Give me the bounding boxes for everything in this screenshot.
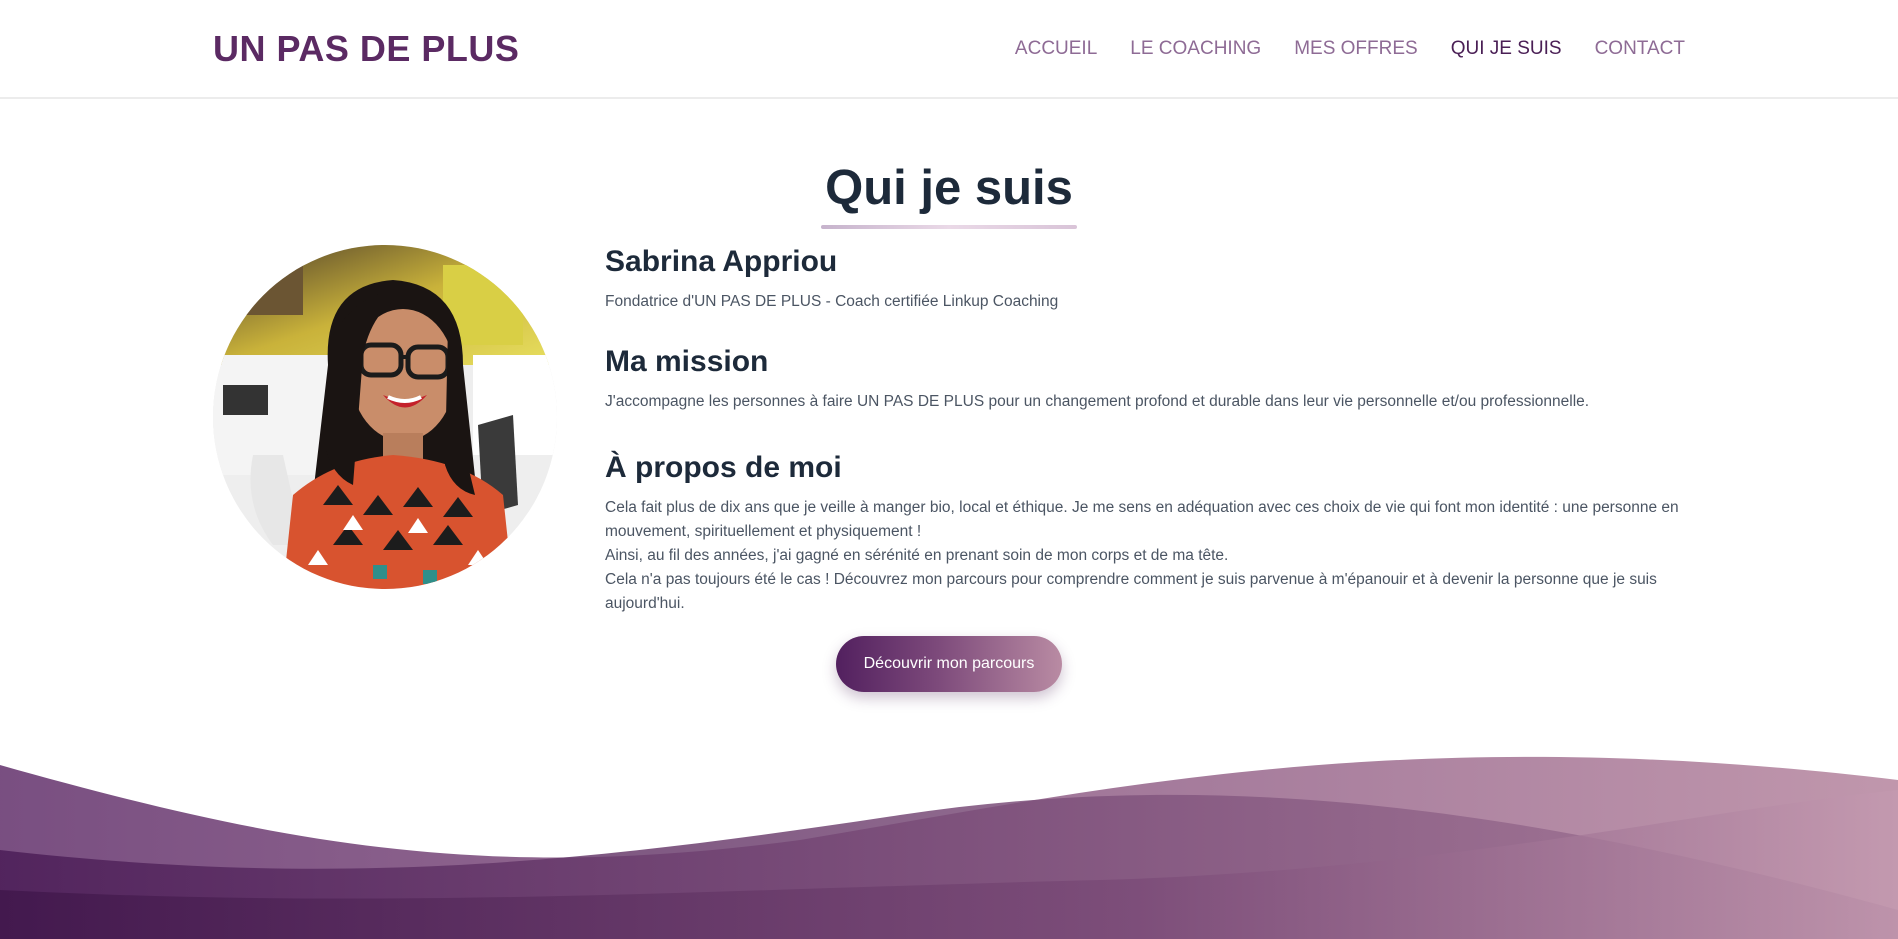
nav-item-accueil[interactable]: ACCUEIL <box>1015 38 1097 60</box>
profile-photo <box>213 245 557 589</box>
title-section: Qui je suis <box>0 160 1898 216</box>
discover-journey-button[interactable]: Découvrir mon parcours <box>836 636 1062 692</box>
nav-item-mes-offres[interactable]: MES OFFRES <box>1294 38 1418 60</box>
profile-name: Sabrina Appriou <box>605 245 838 278</box>
nav-item-le-coaching[interactable]: LE COACHING <box>1130 38 1261 60</box>
about-paragraph: Cela n'a pas toujours été le cas ! Décou… <box>605 571 1657 612</box>
profile-subtitle: Fondatrice d'UN PAS DE PLUS - Coach cert… <box>605 293 1059 310</box>
site-logo[interactable]: UN PAS DE PLUS <box>213 28 519 70</box>
mission-heading: Ma mission <box>605 345 769 378</box>
mission-text: J'accompagne les personnes à faire UN PA… <box>605 393 1590 410</box>
title-underline <box>821 225 1077 229</box>
main-nav: ACCUEIL LE COACHING MES OFFRES QUI JE SU… <box>1015 38 1685 60</box>
profile-content: Sabrina Appriou Fondatrice d'UN PAS DE P… <box>605 244 1695 616</box>
portrait-illustration <box>213 245 557 589</box>
decorative-waves <box>0 756 1898 939</box>
about-paragraph: Ainsi, au fil des années, j'ai gagné en … <box>605 547 1229 564</box>
about-heading: À propos de moi <box>605 451 842 484</box>
about-paragraph: Cela fait plus de dix ans que je veille … <box>605 499 1679 540</box>
nav-item-qui-je-suis[interactable]: QUI JE SUIS <box>1451 38 1562 60</box>
nav-item-contact[interactable]: CONTACT <box>1595 38 1685 60</box>
page-title: Qui je suis <box>825 161 1073 215</box>
site-header: UN PAS DE PLUS ACCUEIL LE COACHING MES O… <box>0 0 1898 99</box>
